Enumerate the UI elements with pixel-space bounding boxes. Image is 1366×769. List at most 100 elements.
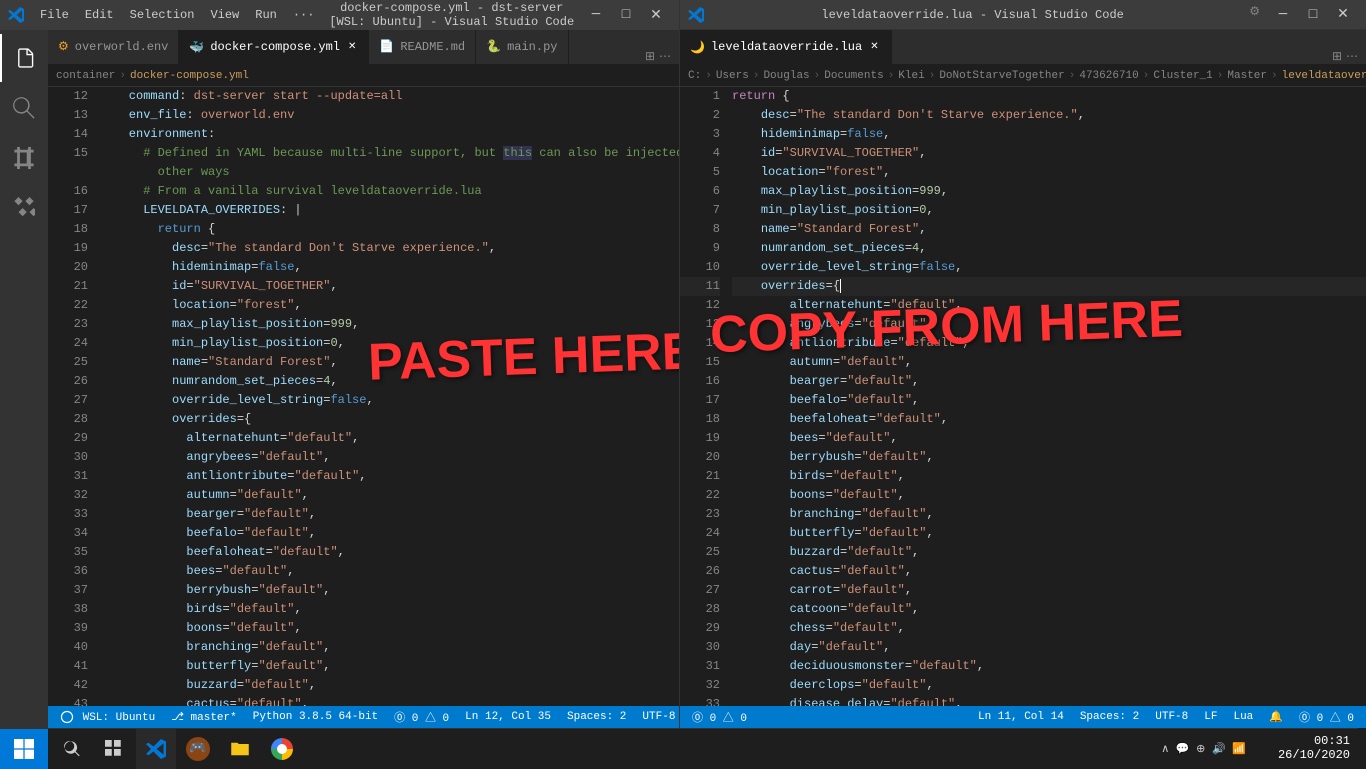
split-editor-icon[interactable]: ⊞ <box>645 49 655 64</box>
taskbar-vscode[interactable] <box>136 729 176 769</box>
tab-label-overworld: overworld.env <box>75 40 169 54</box>
bc-users[interactable]: Users <box>716 70 749 82</box>
taskbar-search-icon <box>63 740 81 758</box>
menu-selection[interactable]: Selection <box>122 4 203 26</box>
status-line-left[interactable]: Ln 12, Col 35 <box>461 711 555 723</box>
right-status-eol[interactable]: LF <box>1200 711 1221 723</box>
clock-time: 00:31 <box>1314 734 1350 748</box>
code-line: cactus="default", <box>100 695 679 706</box>
tab-docker-compose[interactable]: 🐳 docker-compose.yml ✕ <box>179 30 369 64</box>
source-control-icon[interactable] <box>0 134 48 182</box>
breadcrumb-file[interactable]: docker-compose.yml <box>130 70 249 82</box>
menu-edit[interactable]: Edit <box>77 4 122 26</box>
status-errors-left[interactable]: ⓪ 0 △ 0 <box>390 709 453 725</box>
start-button[interactable] <box>0 729 48 769</box>
code-line: name="Standard Forest", <box>100 353 679 372</box>
bc-master[interactable]: Master <box>1227 70 1267 82</box>
bc-dst[interactable]: DoNotStarveTogether <box>939 70 1064 82</box>
maximize-button[interactable]: □ <box>611 0 641 30</box>
taskbar-chrome[interactable] <box>262 729 302 769</box>
right-settings-icon[interactable]: ⚙ <box>1241 0 1268 30</box>
minimize-button[interactable]: ─ <box>581 0 611 30</box>
right-line-numbers: 12345 678910 11 12131415 1617181920 2122… <box>680 87 728 706</box>
right-overflow-icon[interactable]: ⋯ <box>1346 49 1358 64</box>
left-title-text: docker-compose.yml - dst-server [WSL: Ub… <box>322 1 581 29</box>
tab-label-docker: docker-compose.yml <box>210 40 340 54</box>
left-code-editor[interactable]: 12131415 1617181920 2122232425 262728293… <box>48 87 679 706</box>
status-branch[interactable]: ⎇ master* <box>167 710 241 724</box>
code-line: numrandom_set_pieces=4, <box>100 372 679 391</box>
right-maximize[interactable]: □ <box>1298 0 1328 30</box>
right-status-line[interactable]: Ln 11, Col 14 <box>974 711 1068 723</box>
code-line: catcoon="default", <box>732 600 1366 619</box>
code-line: id="SURVIVAL_TOGETHER", <box>732 144 1366 163</box>
code-line: butterfly="default", <box>732 524 1366 543</box>
code-line: name="Standard Forest", <box>732 220 1366 239</box>
code-line: overrides={ <box>100 410 679 429</box>
code-line: # Defined in YAML because multi-line sup… <box>100 144 679 163</box>
right-notifications-icon[interactable]: 🔔 <box>1265 710 1287 724</box>
right-minimize[interactable]: ─ <box>1268 0 1298 30</box>
tab-leveldataoverride[interactable]: 🌙 leveldataoverride.lua ✕ <box>680 30 892 64</box>
show-desktop-button[interactable] <box>1358 728 1366 768</box>
left-window: File Edit Selection View Run ··· docker-… <box>0 0 680 728</box>
taskbar-task-view[interactable] <box>94 729 134 769</box>
left-editor-body: ⚙ overworld.env 🐳 docker-compose.yml ✕ 📄… <box>0 30 679 728</box>
right-status-encoding[interactable]: UTF-8 <box>1151 711 1192 723</box>
taskbar-klei[interactable]: 🎮 <box>178 729 218 769</box>
right-close[interactable]: ✕ <box>1328 0 1358 30</box>
code-line: location="forest", <box>732 163 1366 182</box>
bc-douglas[interactable]: Douglas <box>763 70 809 82</box>
right-tabs-bar: 🌙 leveldataoverride.lua ✕ ⊞ ⋯ <box>680 30 1366 65</box>
menu-file[interactable]: File <box>32 4 77 26</box>
menu-run[interactable]: Run <box>247 4 285 26</box>
search-icon[interactable] <box>0 84 48 132</box>
tab-readme[interactable]: 📄 README.md <box>369 30 476 64</box>
code-line: branching="default", <box>732 505 1366 524</box>
code-line: location="forest", <box>100 296 679 315</box>
status-wsl[interactable]: WSL: Ubuntu <box>56 710 159 724</box>
right-editor-body: 🌙 leveldataoverride.lua ✕ ⊞ ⋯ C: › Users… <box>680 30 1366 728</box>
bc-cluster[interactable]: Cluster_1 <box>1153 70 1212 82</box>
code-line: alternatehunt="default", <box>732 296 1366 315</box>
tab-overworld-env[interactable]: ⚙ overworld.env <box>48 30 179 64</box>
right-status-errors[interactable]: ⓪ 0 △ 0 <box>688 709 751 725</box>
code-line: return { <box>732 87 1366 106</box>
bc-klei[interactable]: Klei <box>898 70 924 82</box>
taskbar-search[interactable] <box>52 729 92 769</box>
tab-main-py[interactable]: 🐍 main.py <box>476 30 568 64</box>
code-line: env_file: overworld.env <box>100 106 679 125</box>
taskbar-folder-icon <box>230 739 250 759</box>
status-python[interactable]: Python 3.8.5 64-bit <box>249 711 382 723</box>
status-spaces-left[interactable]: Spaces: 2 <box>563 711 630 723</box>
left-code-content[interactable]: command: dst-server start --update=all e… <box>96 87 679 706</box>
code-line: antliontribute="default", <box>100 467 679 486</box>
tabs-overflow-icon[interactable]: ⋯ <box>659 49 671 64</box>
right-status-spaces[interactable]: Spaces: 2 <box>1076 711 1143 723</box>
status-encoding-left[interactable]: UTF-8 <box>638 711 679 723</box>
bc-id[interactable]: 473626710 <box>1079 70 1138 82</box>
extensions-icon[interactable] <box>0 184 48 232</box>
code-line: # From a vanilla survival leveldataoverr… <box>100 182 679 201</box>
right-status-alerts2[interactable]: ⓪ 0 △ 0 <box>1295 709 1358 725</box>
taskbar-files[interactable] <box>220 729 260 769</box>
bc-c[interactable]: C: <box>688 70 701 82</box>
tab-close-docker[interactable]: ✕ <box>346 39 358 55</box>
code-line-current: overrides={ <box>732 277 1366 296</box>
menu-view[interactable]: View <box>202 4 247 26</box>
right-code-content[interactable]: return { desc="The standard Don't Starve… <box>728 87 1366 706</box>
explorer-icon[interactable] <box>0 34 48 82</box>
close-button[interactable]: ✕ <box>641 0 671 30</box>
status-left: WSL: Ubuntu ⎇ master* Python 3.8.5 64-bi… <box>56 709 453 725</box>
bc-documents[interactable]: Documents <box>824 70 883 82</box>
code-line: berrybush="default", <box>100 581 679 600</box>
code-line: deciduousmonster="default", <box>732 657 1366 676</box>
breadcrumb-container[interactable]: container <box>56 70 115 82</box>
tab-close-lua[interactable]: ✕ <box>868 39 880 55</box>
menu-more[interactable]: ··· <box>285 4 323 26</box>
bc-file[interactable]: leveldataoverride.lua <box>1282 70 1366 82</box>
right-split-icon[interactable]: ⊞ <box>1332 49 1342 64</box>
right-code-editor[interactable]: 12345 678910 11 12131415 1617181920 2122… <box>680 87 1366 706</box>
right-status-lang[interactable]: Lua <box>1229 711 1257 723</box>
taskbar-clock[interactable]: 00:31 26/10/2020 <box>1278 728 1358 768</box>
